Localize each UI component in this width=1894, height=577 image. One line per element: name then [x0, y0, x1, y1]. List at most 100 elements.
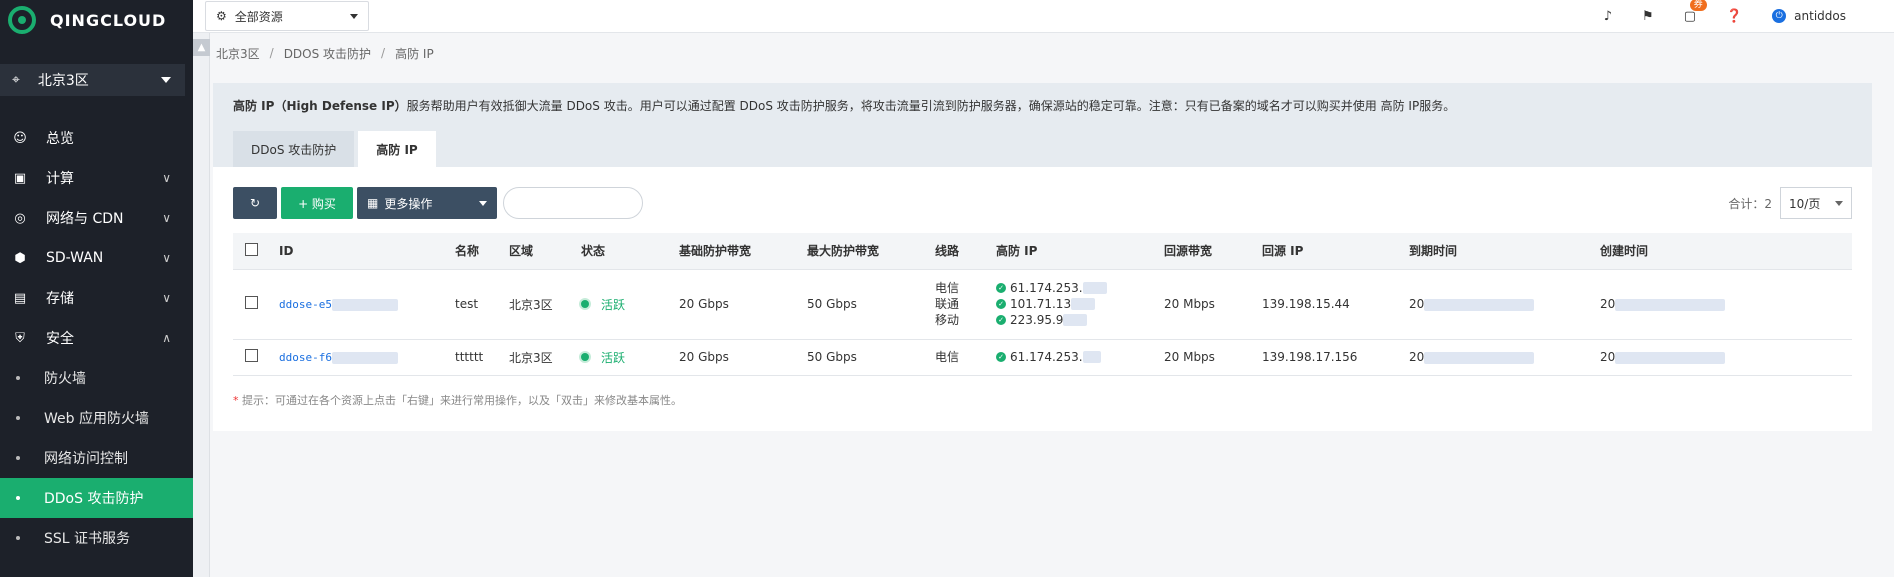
tabs: DDoS 攻击防护 高防 IP [233, 131, 440, 167]
intro-text: 服务帮助用户有效抵御大流量 DDoS 攻击。用户可以通过配置 DDoS 攻击防护… [406, 99, 1456, 113]
notification-bell-icon[interactable]: ♪ [1604, 9, 1612, 24]
sidebar-subitem-waf[interactable]: Web 应用防火墙 [0, 398, 193, 438]
column-header-return-ip[interactable]: 回源 IP [1262, 233, 1409, 270]
breadcrumb-item[interactable]: 北京3区 [216, 45, 260, 62]
content-panel: 高防 IP（High Defense IP）服务帮助用户有效抵御大流量 DDoS… [213, 83, 1872, 431]
user-menu[interactable]: ⏻ antiddos [1772, 9, 1846, 23]
redacted-blur [1424, 351, 1535, 364]
sidebar-item-security[interactable]: ⛨ 安全 ∧ [0, 318, 193, 358]
row-checkbox[interactable] [245, 349, 258, 362]
table-row[interactable]: ddose-e5 test 北京3区 活跃 20 Gbps 50 Gbps 电信… [233, 269, 1852, 340]
collapse-gutter: ▲ [193, 33, 210, 577]
sidebar: QINGCLOUD ⌖ 北京3区 ☺ 总览 ▣ 计算 ∨ ◎ 网络与 CDN ∨… [0, 0, 193, 577]
location-pin-icon: ⌖ [12, 72, 20, 88]
region-cell: 北京3区 [509, 339, 581, 376]
more-actions-button[interactable]: ▦ 更多操作 [357, 187, 497, 219]
line-cell: 电信 [935, 339, 996, 376]
return-bw-cell: 20 Mbps [1164, 339, 1262, 376]
table-header-row: ID 名称 区域 状态 基础防护带宽 最大防护带宽 线路 高防 IP 回源带宽 … [233, 233, 1852, 270]
sidebar-subitem-firewall[interactable]: 防火墙 [0, 358, 193, 398]
table-row[interactable]: ddose-f6 tttttt 北京3区 活跃 20 Gbps 50 Gbps … [233, 339, 1852, 376]
select-all-cell [233, 233, 279, 270]
column-header-max-bw[interactable]: 最大防护带宽 [807, 233, 935, 270]
sidebar-item-overview[interactable]: ☺ 总览 [0, 118, 193, 158]
column-header-created[interactable]: 创建时间 [1600, 233, 1852, 270]
ip-item: ✓ 61.174.253. [996, 349, 1164, 365]
column-header-line[interactable]: 线路 [935, 233, 996, 270]
redacted-blur [331, 298, 398, 311]
page-size-select[interactable]: 10/页 [1780, 187, 1852, 219]
column-header-region[interactable]: 区域 [509, 233, 581, 270]
ip-text: 61.174.253. [1010, 350, 1083, 364]
created-text: 20 [1600, 350, 1616, 364]
sidebar-item-network[interactable]: ◎ 网络与 CDN ∨ [0, 198, 193, 238]
intro-description: 高防 IP（High Defense IP）服务帮助用户有效抵御大流量 DDoS… [233, 97, 1852, 114]
storage-icon: ▤ [13, 290, 27, 306]
expire-cell: 20 [1409, 269, 1600, 340]
chevron-down-icon [161, 77, 171, 83]
row-select-cell [233, 339, 279, 376]
tab-ddos-protection[interactable]: DDoS 攻击防护 [233, 131, 355, 167]
redacted-blur [1424, 298, 1535, 311]
sidebar-subitem-ssl[interactable]: SSL 证书服务 [0, 518, 193, 558]
chevron-down-icon: ∨ [162, 291, 171, 305]
resource-id-link[interactable]: ddose-e5 [279, 298, 332, 311]
ticket-icon[interactable]: ⚑ [1642, 9, 1654, 24]
column-header-hd-ip[interactable]: 高防 IP [996, 233, 1164, 270]
row-checkbox[interactable] [245, 296, 258, 309]
resource-id-link[interactable]: ddose-f6 [279, 351, 332, 364]
bullet-icon [16, 536, 20, 540]
brand-name: QINGCLOUD [50, 10, 167, 30]
column-header-id[interactable]: ID [279, 233, 455, 270]
sidebar-item-storage[interactable]: ▤ 存储 ∨ [0, 278, 193, 318]
column-header-status[interactable]: 状态 [581, 233, 679, 270]
search-input[interactable] [503, 187, 643, 219]
sidebar-subitem-label: DDoS 攻击防护 [44, 491, 144, 507]
sidebar-item-label: 总览 [46, 131, 74, 147]
sdwan-icon: ⬢ [14, 250, 26, 266]
column-header-name[interactable]: 名称 [455, 233, 509, 270]
check-icon: ✓ [996, 299, 1006, 309]
sidebar-item-sdwan[interactable]: ⬢ SD-WAN ∨ [0, 238, 193, 278]
bullet-icon [16, 496, 20, 500]
resource-select[interactable]: ⚙ 全部资源 [205, 1, 369, 31]
column-header-expire[interactable]: 到期时间 [1409, 233, 1600, 270]
region-selector[interactable]: ⌖ 北京3区 [0, 64, 185, 96]
line-item: 移动 [935, 313, 960, 327]
coupon-icon[interactable]: ▢ 券 [1684, 0, 1707, 24]
expire-text: 20 [1409, 297, 1425, 311]
buy-button[interactable]: + 购买 [281, 187, 353, 219]
breadcrumb-item[interactable]: DDOS 攻击防护 [284, 45, 371, 62]
name-cell: test [455, 269, 509, 340]
total-count: 合计：2 [1728, 196, 1772, 211]
chevron-down-icon [350, 13, 358, 19]
sidebar-item-label: 存储 [46, 291, 74, 307]
status-cell: 活跃 [581, 269, 679, 340]
refresh-button[interactable]: ↻ [233, 187, 277, 219]
breadcrumb-separator: / [269, 46, 274, 60]
resource-select-label: 全部资源 [234, 9, 283, 24]
sidebar-subitem-ddos[interactable]: DDoS 攻击防护 [0, 478, 193, 518]
tab-high-defense-ip[interactable]: 高防 IP [358, 131, 436, 167]
hint-star: * [233, 393, 239, 407]
help-icon[interactable]: ❓ [1726, 9, 1742, 24]
ip-text: 101.71.13 [1010, 297, 1072, 311]
collapse-up-icon[interactable]: ▲ [193, 39, 210, 56]
logo[interactable]: QINGCLOUD [0, 0, 193, 40]
line-item: 电信 [935, 281, 960, 295]
status-active-icon [581, 300, 589, 308]
hd-ip-cell: ✓ 61.174.253. ✓ 101.71.13 ✓ 223.95.9 [996, 269, 1164, 340]
line-cell: 电信 联通 移动 [935, 269, 996, 340]
select-all-checkbox[interactable] [245, 242, 258, 256]
sidebar-subitem-acl[interactable]: 网络访问控制 [0, 438, 193, 478]
sidebar-item-compute[interactable]: ▣ 计算 ∨ [0, 158, 193, 198]
ip-item: ✓ 101.71.13 [996, 296, 1164, 312]
status-text: 活跃 [601, 350, 626, 365]
bullet-icon [16, 416, 20, 420]
redacted-blur [331, 351, 398, 364]
grid-icon: ▦ [367, 196, 379, 210]
column-header-base-bw[interactable]: 基础防护带宽 [679, 233, 807, 270]
globe-icon: ◎ [14, 210, 26, 226]
ip-item: ✓ 223.95.9 [996, 312, 1164, 328]
column-header-return-bw[interactable]: 回源带宽 [1164, 233, 1262, 270]
